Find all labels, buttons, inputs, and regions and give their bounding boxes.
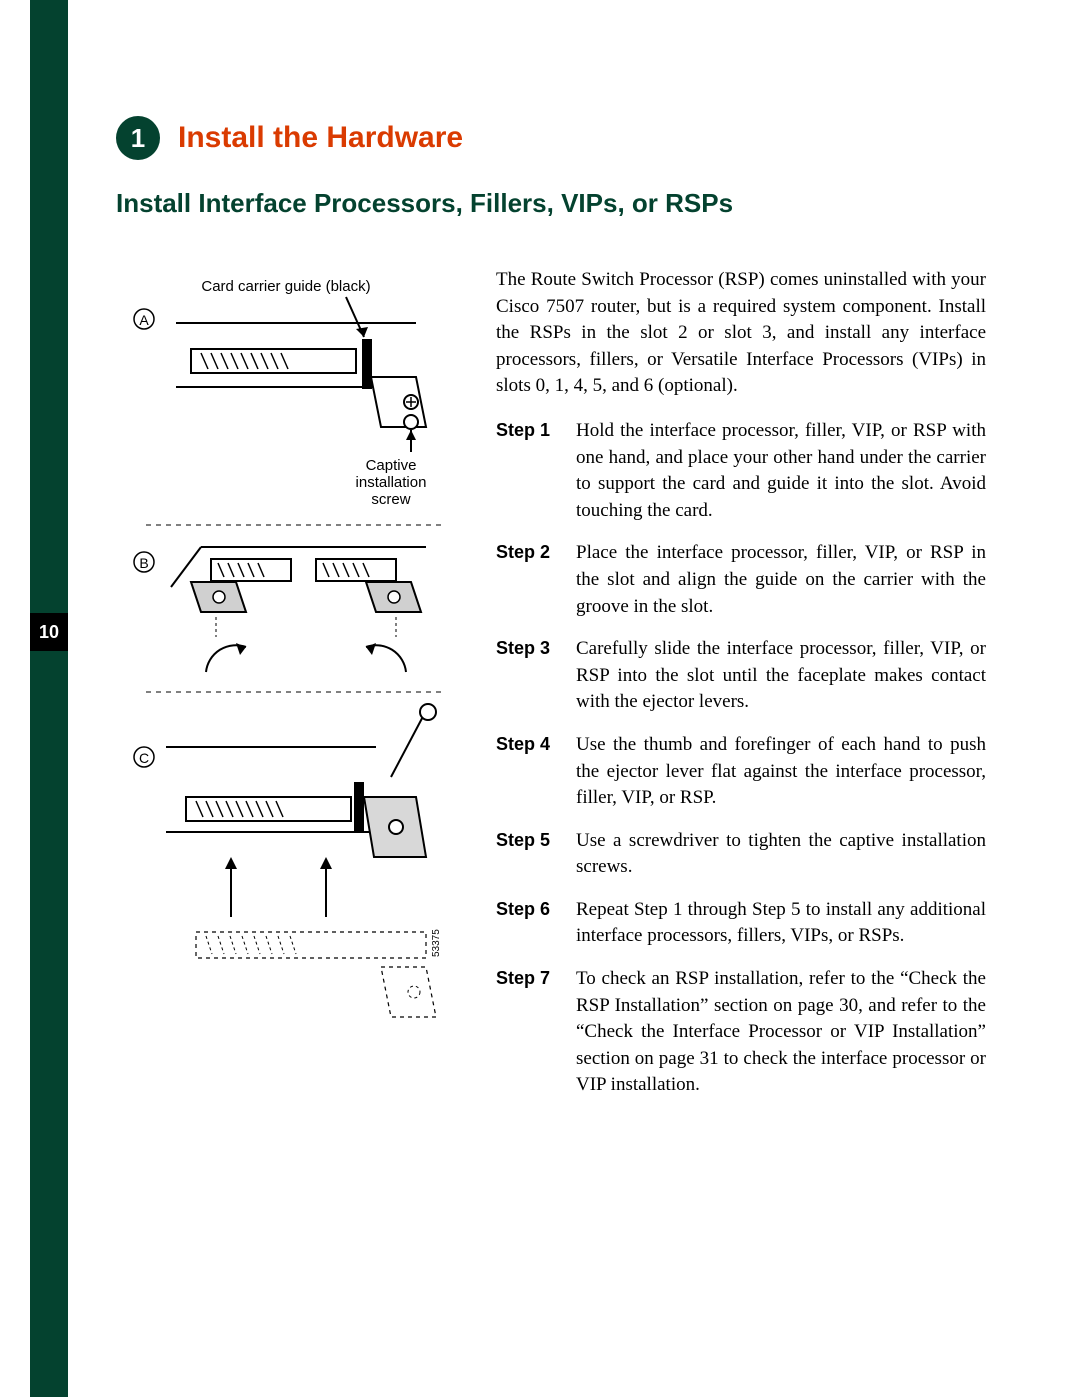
- step-row: Step 3 Carefully slide the interface pro…: [496, 636, 986, 716]
- step-label: Step 4: [496, 732, 576, 812]
- step-text: Use the thumb and forefinger of each han…: [576, 732, 986, 812]
- installation-diagram: Card carrier guide (black) A: [116, 277, 456, 1097]
- step-row: Step 4 Use the thumb and forefinger of e…: [496, 732, 986, 812]
- diagram-screw-label-3: screw: [371, 491, 410, 508]
- step-label: Step 5: [496, 828, 576, 881]
- diagram-marker-c: C: [139, 750, 149, 766]
- page-number: 10: [30, 613, 68, 651]
- step-text: To check an RSP installation, refer to t…: [576, 966, 986, 1099]
- step-text: Hold the interface processor, filler, VI…: [576, 418, 986, 524]
- step-label: Step 7: [496, 966, 576, 1099]
- step-text: Repeat Step 1 through Step 5 to install …: [576, 897, 986, 950]
- step-row: Step 1 Hold the interface processor, fil…: [496, 418, 986, 524]
- step-label: Step 1: [496, 418, 576, 524]
- text-column: The Route Switch Processor (RSP) comes u…: [496, 267, 986, 1115]
- step-text: Place the interface processor, filler, V…: [576, 540, 986, 620]
- chapter-heading: 1 Install the Hardware: [116, 116, 986, 160]
- chapter-number-badge: 1: [116, 116, 160, 160]
- step-row: Step 2 Place the interface processor, fi…: [496, 540, 986, 620]
- step-text: Carefully slide the interface processor,…: [576, 636, 986, 716]
- section-title: Install Interface Processors, Fillers, V…: [116, 188, 986, 219]
- diagram-figure-id: 53375: [431, 929, 442, 957]
- step-label: Step 6: [496, 897, 576, 950]
- diagram-card-guide-label: Card carrier guide (black): [201, 278, 370, 295]
- left-accent-band: [30, 0, 68, 1397]
- step-label: Step 3: [496, 636, 576, 716]
- intro-paragraph: The Route Switch Processor (RSP) comes u…: [496, 267, 986, 400]
- diagram-marker-a: A: [139, 312, 149, 328]
- page-content: 1 Install the Hardware Install Interface…: [116, 116, 986, 1115]
- diagram-marker-b: B: [139, 555, 148, 571]
- step-row: Step 7 To check an RSP installation, ref…: [496, 966, 986, 1099]
- step-text: Use a screwdriver to tighten the captive…: [576, 828, 986, 881]
- step-label: Step 2: [496, 540, 576, 620]
- diagram-column: Card carrier guide (black) A: [116, 267, 456, 1115]
- step-row: Step 6 Repeat Step 1 through Step 5 to i…: [496, 897, 986, 950]
- chapter-title: Install the Hardware: [178, 121, 463, 154]
- diagram-screw-label-2: installation: [356, 474, 427, 491]
- diagram-screw-label-1: Captive: [366, 457, 417, 474]
- step-row: Step 5 Use a screwdriver to tighten the …: [496, 828, 986, 881]
